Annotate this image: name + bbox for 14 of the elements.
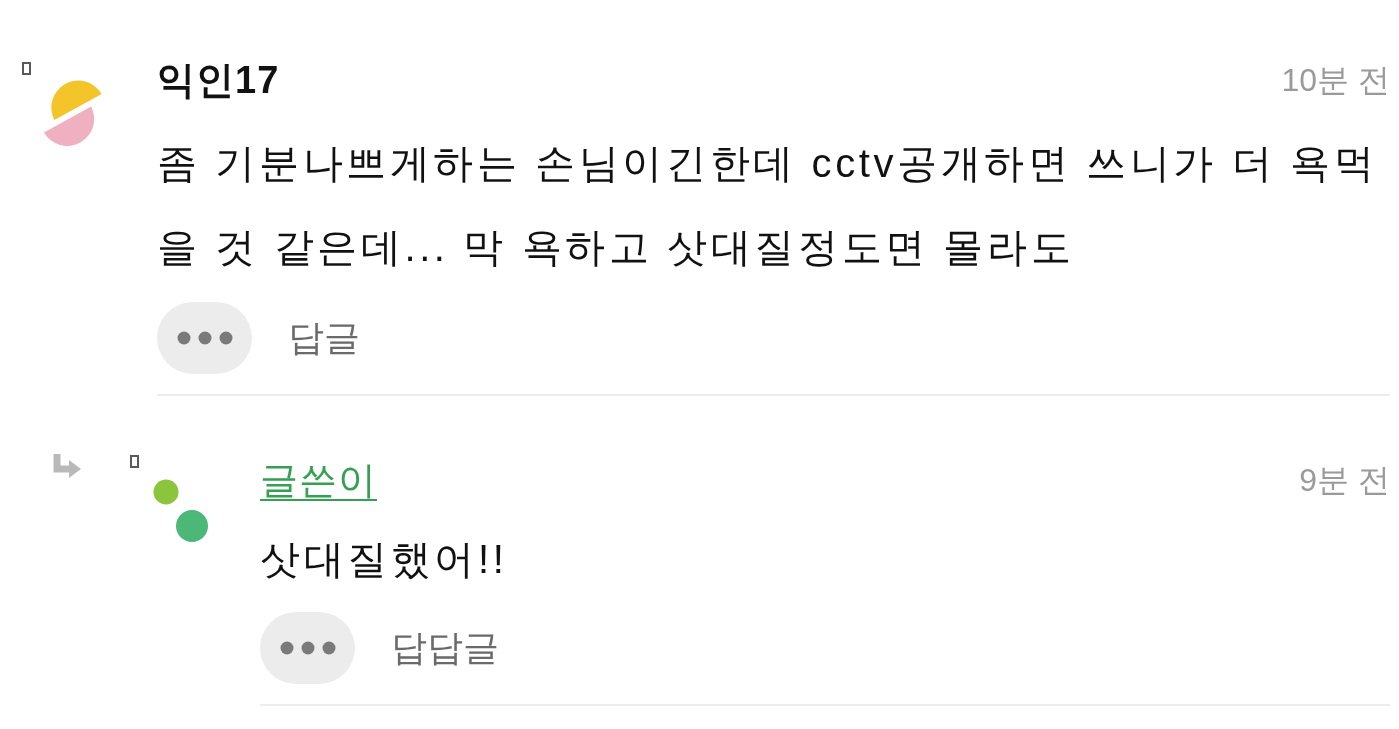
- reply-link[interactable]: 답답글: [391, 625, 499, 671]
- author-name[interactable]: 글쓴이: [260, 455, 377, 505]
- timestamp: 9분 전: [1299, 461, 1390, 500]
- ellipsis-icon: [279, 641, 336, 655]
- avatar-icon: [153, 479, 209, 543]
- comment-text: 삿대질했어!!: [260, 536, 509, 583]
- reply-arrow-icon: [52, 452, 82, 481]
- timestamp: 10분 전: [1281, 61, 1390, 100]
- reply-link[interactable]: 답글: [288, 315, 360, 361]
- author-name: 익인17: [157, 58, 280, 103]
- comment-text: 좀 기분나쁘게하는 손님이긴한데 cctv공개하면 쓰니가 더 욕먹을 것 같은데... 막 욕하고 삿대질정도면 몰라도: [157, 140, 1379, 271]
- ellipsis-icon: [176, 331, 233, 345]
- box-outline-icon: [22, 62, 31, 75]
- box-outline-icon: [130, 455, 139, 468]
